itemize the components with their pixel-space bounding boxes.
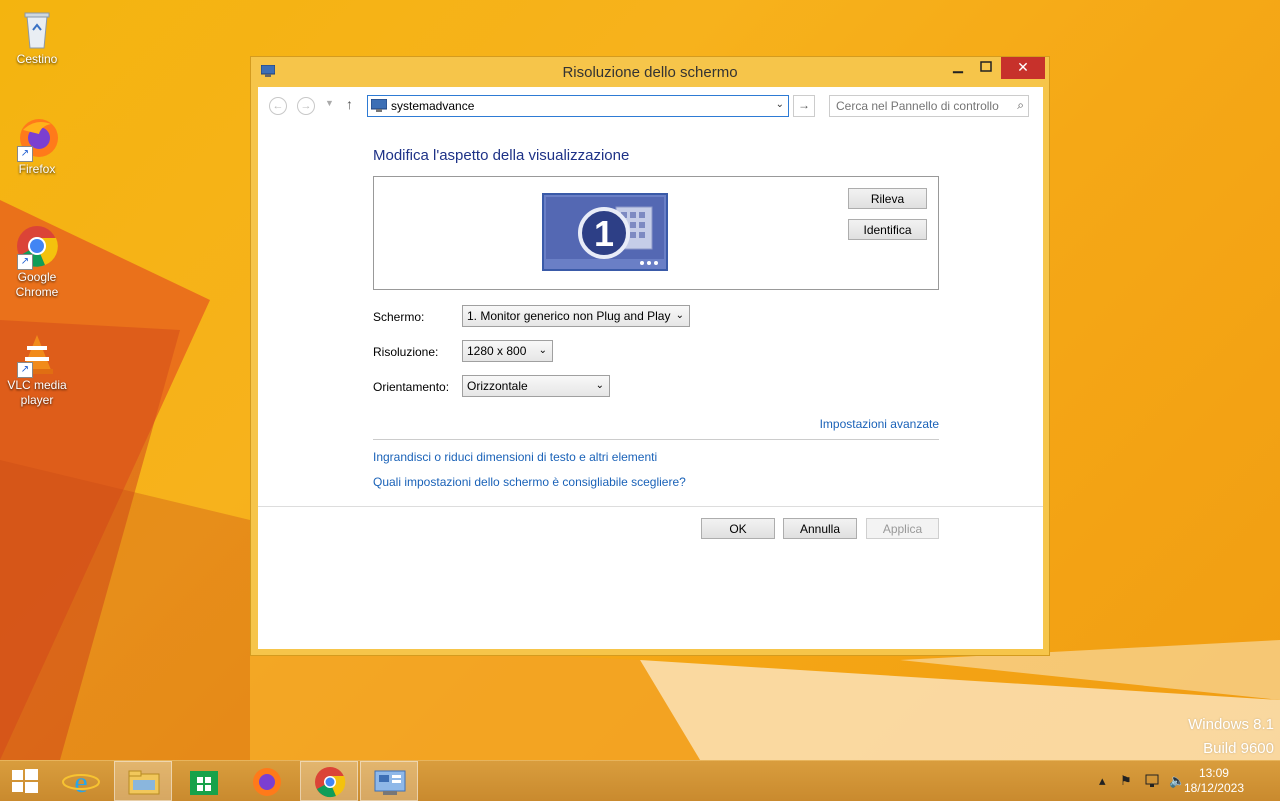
chevron-down-icon[interactable]: ⌄ xyxy=(776,99,784,110)
resolution-select-value: 1280 x 800 xyxy=(467,344,527,358)
desktop-icon-label: VLC media player xyxy=(7,378,67,407)
monitor-number: 1 xyxy=(594,213,614,254)
display-label: Schermo: xyxy=(373,310,425,324)
divider xyxy=(373,439,939,440)
main-content: Modifica l'aspetto della visualizzazione… xyxy=(258,127,1043,649)
action-center-flag-icon[interactable]: ⚑ xyxy=(1120,773,1132,789)
display-preview: 1 Rileva Identifica xyxy=(373,176,939,290)
display-select-value: 1. Monitor generico non Plug and Play xyxy=(467,309,671,323)
search-input[interactable] xyxy=(836,99,1006,113)
close-button[interactable]: ✕ xyxy=(1001,57,1045,79)
chevron-down-icon: ⌄ xyxy=(595,380,604,391)
start-button[interactable] xyxy=(0,761,50,801)
internet-explorer-taskbar-button[interactable]: e xyxy=(52,761,110,801)
chevron-down-icon: ⌄ xyxy=(675,310,684,321)
ok-button[interactable]: OK xyxy=(701,518,775,539)
advanced-settings-link[interactable]: Impostazioni avanzate xyxy=(820,417,939,431)
taskbar: e ▴ ⚑ 🔈 13:09 18/12/2023 xyxy=(0,760,1280,801)
clock-date: 18/12/2023 xyxy=(1183,781,1244,795)
chrome-icon: ↗ xyxy=(15,224,59,270)
orientation-select-value: Orizzontale xyxy=(467,379,528,393)
computer-icon xyxy=(370,98,388,116)
divider xyxy=(258,506,1043,507)
file-explorer-taskbar-button[interactable] xyxy=(114,761,172,801)
store-icon xyxy=(190,771,218,795)
up-button[interactable]: ↑ xyxy=(346,96,353,112)
chrome-taskbar-button[interactable] xyxy=(300,761,358,801)
firefox-icon xyxy=(253,768,281,796)
detect-button[interactable]: Rileva xyxy=(848,188,927,209)
search-box[interactable]: ⌕ xyxy=(829,95,1029,117)
maximize-button[interactable] xyxy=(973,57,999,79)
folder-icon xyxy=(128,770,160,795)
store-taskbar-button[interactable] xyxy=(176,761,234,801)
shortcut-arrow-icon: ↗ xyxy=(17,362,33,378)
which-settings-link[interactable]: Quali impostazioni dello schermo è consi… xyxy=(373,475,686,489)
chrome-icon xyxy=(315,767,346,798)
control-panel-icon xyxy=(374,770,406,795)
recent-locations-dropdown[interactable]: ▼ xyxy=(325,98,334,108)
shortcut-arrow-icon: ↗ xyxy=(17,254,33,270)
orientation-select[interactable]: Orizzontale ⌄ xyxy=(462,375,610,397)
monitor-icon[interactable]: 1 xyxy=(542,193,668,271)
cancel-button[interactable]: Annulla xyxy=(783,518,857,539)
firefox-taskbar-button[interactable] xyxy=(238,761,296,801)
address-bar[interactable]: ⌄ xyxy=(367,95,789,117)
apply-button[interactable]: Applica xyxy=(866,518,939,539)
show-hidden-icons-button[interactable]: ▴ xyxy=(1099,773,1106,789)
shortcut-arrow-icon: ↗ xyxy=(17,146,33,162)
orientation-label: Orientamento: xyxy=(373,380,450,394)
desktop-icon-recycle-bin[interactable]: Cestino xyxy=(1,6,73,67)
resolution-select[interactable]: 1280 x 800 ⌄ xyxy=(462,340,553,362)
os-watermark: Windows 8.1 xyxy=(1188,716,1274,733)
desktop-icon-label: Google Chrome xyxy=(15,270,59,299)
forward-button[interactable]: → xyxy=(297,97,315,115)
desktop-icon-label: Cestino xyxy=(16,52,58,66)
firefox-icon: ↗ xyxy=(15,116,59,162)
vlc-icon: ↗ xyxy=(15,332,59,378)
control-panel-taskbar-button[interactable] xyxy=(360,761,418,801)
search-icon[interactable]: ⌕ xyxy=(1017,98,1024,113)
chevron-down-icon: ⌄ xyxy=(538,345,547,356)
window-title: Risoluzione dello schermo xyxy=(562,64,738,81)
display-select[interactable]: 1. Monitor generico non Plug and Play ⌄ xyxy=(462,305,690,327)
identify-button[interactable]: Identifica xyxy=(848,219,927,240)
svg-text:e: e xyxy=(74,766,87,799)
volume-icon[interactable]: 🔈 xyxy=(1169,773,1185,789)
system-clock[interactable]: 13:09 18/12/2023 xyxy=(1184,766,1244,796)
back-button[interactable]: ← xyxy=(269,97,287,115)
page-title: Modifica l'aspetto della visualizzazione xyxy=(373,147,630,164)
address-input[interactable] xyxy=(391,98,761,114)
windows-logo-icon xyxy=(12,769,38,793)
resolution-label: Risoluzione: xyxy=(373,345,439,359)
desktop-icon-firefox[interactable]: ↗ Firefox xyxy=(1,116,73,177)
desktop-icon-chrome[interactable]: ↗ Google Chrome xyxy=(1,224,73,300)
build-watermark: Build 9600 xyxy=(1203,740,1274,757)
internet-explorer-icon: e xyxy=(62,766,100,799)
desktop-icon-vlc[interactable]: ↗ VLC media player xyxy=(1,332,73,408)
recycle-bin-icon xyxy=(15,6,59,50)
text-size-link[interactable]: Ingrandisci o riduci dimensioni di testo… xyxy=(373,450,657,464)
go-button[interactable]: → xyxy=(793,95,815,117)
minimize-button[interactable]: ▁ xyxy=(945,57,971,79)
title-bar[interactable]: Risoluzione dello schermo ▁ ✕ xyxy=(251,57,1049,87)
clock-time: 13:09 xyxy=(1198,766,1229,780)
navigation-bar: ← → ▼ ↑ ⌄ → ⌕ xyxy=(258,87,1043,127)
network-icon[interactable] xyxy=(1144,773,1162,792)
screen-resolution-window: Risoluzione dello schermo ▁ ✕ ← → ▼ ↑ ⌄ … xyxy=(250,56,1050,656)
desktop-icon-label: Firefox xyxy=(18,162,56,176)
